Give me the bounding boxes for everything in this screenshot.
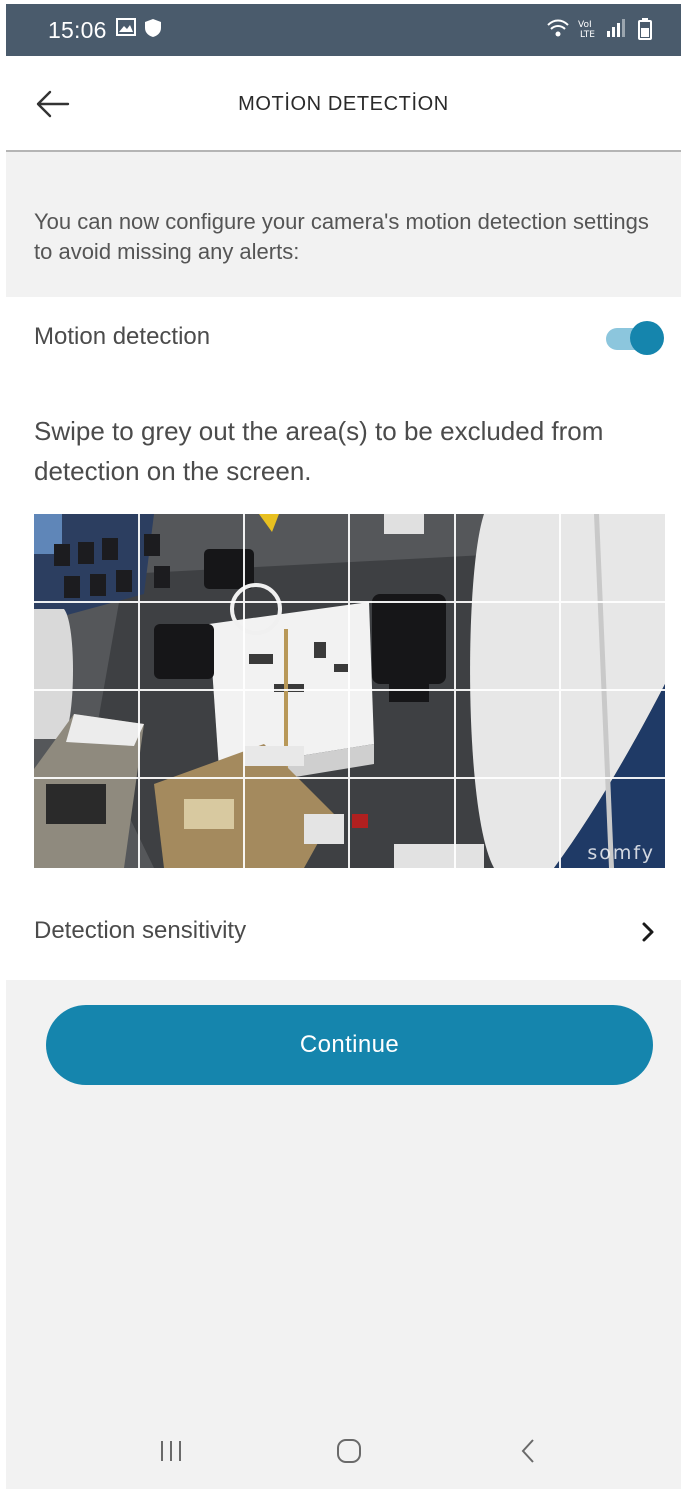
zone-grid xyxy=(34,514,665,868)
chevron-right-icon xyxy=(638,920,658,944)
zone-cell[interactable] xyxy=(245,779,350,868)
zone-cell[interactable] xyxy=(561,691,665,779)
zone-cell[interactable] xyxy=(140,514,245,603)
wifi-icon xyxy=(546,18,570,43)
zone-cell[interactable] xyxy=(456,514,561,603)
battery-icon xyxy=(638,18,652,45)
signal-icon xyxy=(606,18,626,43)
zones-instructions: Swipe to grey out the area(s) to be excl… xyxy=(34,416,604,486)
motion-detection-row: Motion detection xyxy=(6,297,681,379)
zone-cell[interactable] xyxy=(34,779,140,868)
gallery-icon xyxy=(116,18,136,41)
zone-cell[interactable] xyxy=(140,779,245,868)
app-bar: MOTİON DETECTİON xyxy=(6,56,681,152)
zone-cell[interactable] xyxy=(34,514,140,603)
zone-cell[interactable] xyxy=(350,514,456,603)
status-time: 15:06 xyxy=(48,17,107,43)
status-bar: 15:06 VoI LTE xyxy=(6,4,681,56)
brand-watermark: somfy xyxy=(587,842,655,864)
detection-sensitivity-label: Detection sensitivity xyxy=(34,917,247,944)
shield-icon xyxy=(144,18,162,43)
page-title: MOTİON DETECTİON xyxy=(238,93,449,115)
intro-text: You can now configure your camera's moti… xyxy=(34,209,649,264)
zone-cell[interactable] xyxy=(140,691,245,779)
zone-cell[interactable] xyxy=(245,691,350,779)
motion-detection-label: Motion detection xyxy=(34,323,211,350)
zone-cell[interactable] xyxy=(456,691,561,779)
svg-text:VoI: VoI xyxy=(578,20,592,30)
recents-icon[interactable] xyxy=(154,1435,188,1467)
zone-cell[interactable] xyxy=(456,779,561,868)
zone-cell[interactable] xyxy=(456,603,561,691)
app-screen: 15:06 VoI LTE MOTİON DETECTİON You can no… xyxy=(6,4,681,1489)
zone-cell[interactable] xyxy=(350,603,456,691)
volte-icon: VoI LTE xyxy=(578,18,600,43)
camera-preview-grid[interactable]: somfy xyxy=(34,514,665,868)
zone-cell[interactable] xyxy=(350,779,456,868)
zone-cell[interactable] xyxy=(34,603,140,691)
motion-detection-toggle[interactable] xyxy=(606,321,664,357)
zone-cell[interactable] xyxy=(34,691,140,779)
zone-cell[interactable] xyxy=(350,691,456,779)
detection-zones-section: Swipe to grey out the area(s) to be excl… xyxy=(6,379,681,884)
home-icon[interactable] xyxy=(332,1435,366,1467)
zone-cell[interactable] xyxy=(561,603,665,691)
zone-cell[interactable] xyxy=(140,603,245,691)
zone-cell[interactable] xyxy=(245,514,350,603)
continue-button[interactable]: Continue xyxy=(46,1005,653,1085)
toggle-knob xyxy=(630,321,664,355)
zone-cell[interactable] xyxy=(245,603,350,691)
detection-sensitivity-row[interactable]: Detection sensitivity xyxy=(6,884,681,980)
zone-cell[interactable] xyxy=(561,514,665,603)
system-nav-bar xyxy=(6,1413,681,1489)
svg-text:LTE: LTE xyxy=(580,30,595,38)
back-nav-icon[interactable] xyxy=(512,1435,546,1467)
